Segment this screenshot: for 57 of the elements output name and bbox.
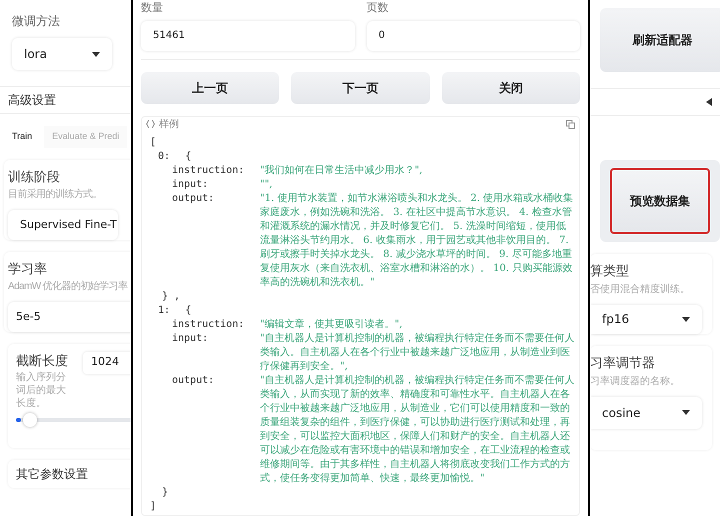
json-key: instruction:: [172, 164, 252, 178]
accordion-header[interactable]: 其它参数设置: [8, 460, 131, 488]
json-key: output:: [172, 192, 252, 290]
json-bracket: }: [162, 486, 168, 498]
input-field[interactable]: 5e-5: [8, 302, 131, 332]
json-index: 1:: [158, 304, 170, 316]
json-value: "",: [260, 178, 272, 192]
button[interactable]: 下一页: [291, 72, 430, 104]
field-label: 训练阶段: [8, 168, 61, 186]
field-hint: 输入序列分词后的最大长度。: [16, 371, 67, 410]
slider-thumb[interactable]: [22, 413, 36, 427]
input-field[interactable]: 0: [366, 20, 580, 50]
caret-icon: [682, 316, 690, 322]
accordion-header[interactable]: 高级设置: [0, 86, 131, 114]
caret-icon: [92, 52, 100, 56]
json-index: 0:: [158, 150, 170, 162]
block-label: 样例: [159, 118, 179, 132]
json-bracket: [: [150, 136, 156, 148]
field-label: 页数: [366, 0, 390, 16]
dropdown[interactable]: fp16: [590, 304, 702, 334]
dropdown[interactable]: cosine: [590, 396, 702, 428]
json-bracket: {: [185, 304, 192, 316]
copy-icon[interactable]: [566, 120, 575, 128]
field-label: 学习率: [8, 260, 48, 278]
json-bracket: {: [185, 150, 192, 162]
json-value: "我们如何在日常生活中减少用水？",: [260, 164, 422, 178]
number-field[interactable]: 1024: [83, 352, 131, 374]
json-value: "编辑文章，使其更吸引读者。",: [260, 318, 402, 332]
dropdown[interactable]: Supervised Fine-T: [8, 210, 118, 240]
accordion-header[interactable]: [590, 88, 720, 116]
json-value: "1. 使用节水装置，如节水淋浴喷头和水龙头。 2. 使用水箱或水桶收集家庭废水，例如洗碗和洗浴。 3. 在社区中提高节水意识。 4. 检查水管和灌溉系统的漏水情况，并及时修复它们。 5. 洗澡时间缩短，使用低流量淋浴头节约用水。 6. 收集雨水，用于园艺或其他非饮用目的。 7. 刷牙或擦手时关掉水龙头。 8. 减少浇水草坪的时间。 9. 尽可能多地重复使用灰水（来自洗衣机、浴室水槽和淋浴的水）。 10. 只购买能源效率高的洗碗机和洗衣机。": [260, 192, 574, 290]
button[interactable]: 关闭: [442, 72, 580, 104]
field-hint: 习率调度器的名称。: [590, 374, 681, 388]
field-label: 微调方法: [12, 13, 61, 30]
json-key: input:: [172, 332, 252, 374]
braces-icon: [146, 120, 155, 128]
field-label: 数量: [141, 0, 164, 16]
input-field[interactable]: 51461: [141, 20, 354, 50]
field-label: 截断长度: [16, 352, 69, 370]
field-hint: 目前采用的训练方式。: [8, 188, 102, 202]
caret-icon: [682, 410, 690, 415]
button[interactable]: 上一页: [141, 72, 280, 104]
button[interactable]: 预览数据集: [610, 168, 710, 234]
json-bracket: ]: [150, 500, 156, 512]
field-hint: 否使用混合精度训练。: [590, 282, 691, 296]
json-value: "自主机器人是计算机控制的机器，被编程执行特定任务而不需要任何人类输入，从而实现了新的效率、精确度和可靠性水平。自主机器人在各个行业中被越来越广泛地应用，从制造业，它们可以使用精度和一致的质量组装复杂的组件，到医疗保健，可以协助进行医疗测试和处理，再到安全，可以监控大面积地区，保障人们和财产的安全。自主机器人还可以减少在危险或有害环境中的错误和增加安全，在工业流程的检查或维修期间等。由于其多样性，自主机器人将彻底改变我们工作方式的方式，使任务变得更加简单、快速，最终更加愉悦。": [260, 374, 575, 486]
json-value: "自主机器人是计算机控制的机器，被编程执行特定任务而不需要任何人类输入。自主机器人在各个行业中被越来越广泛地应用，从制造业到医疗保健再到安全。",: [260, 332, 575, 374]
json-key: input:: [172, 178, 252, 192]
json-key: instruction:: [172, 318, 252, 332]
field-hint: AdamW 优化器的初始学习率: [8, 280, 128, 294]
field-label: 习率调节器: [590, 355, 656, 373]
field-label: 算类型: [590, 263, 630, 281]
json-bracket: } ,: [162, 290, 180, 302]
dropdown[interactable]: lora: [12, 38, 112, 70]
collapse-icon: [706, 98, 712, 106]
json-key: output:: [172, 374, 252, 486]
button[interactable]: 刷新适配器: [600, 8, 720, 72]
